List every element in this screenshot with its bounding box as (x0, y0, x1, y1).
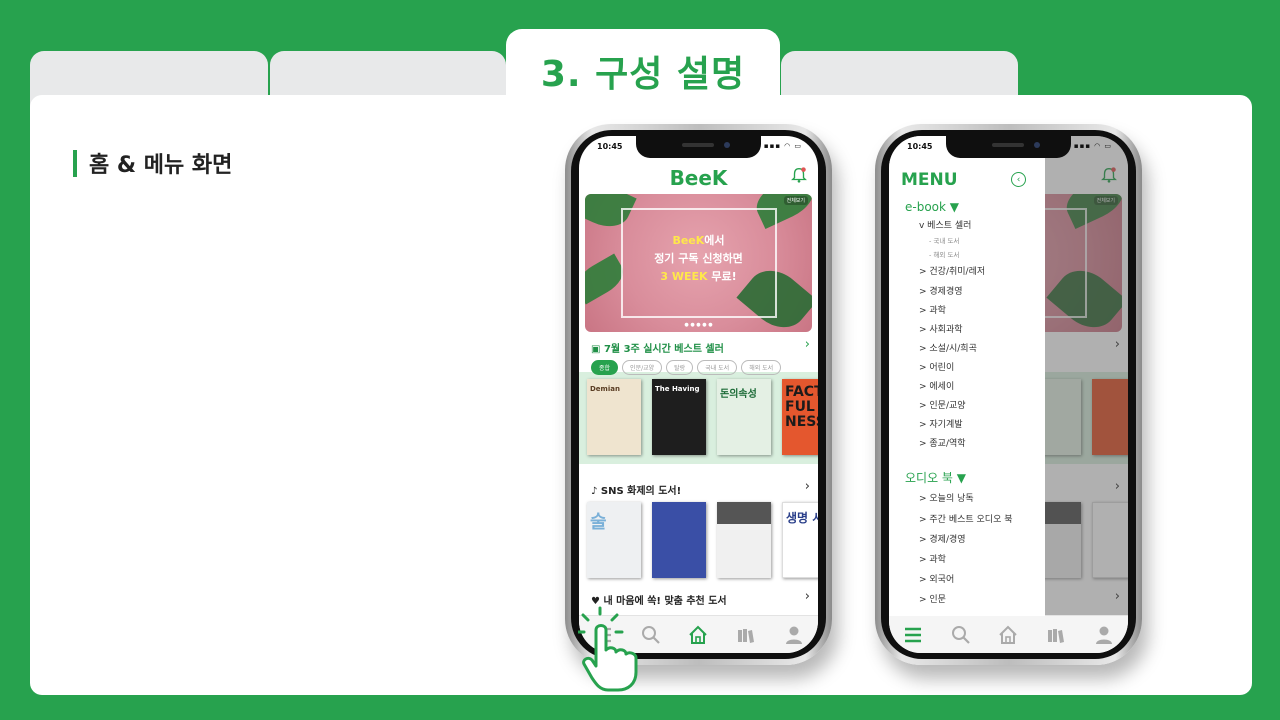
book-title: 생명 시간 (786, 511, 818, 525)
book-title: 돈의속성 (720, 389, 757, 400)
menu-sub-foreign[interactable]: - 해외 도서 (929, 249, 959, 259)
menu-item[interactable]: > 주간 베스트 오디오 북 (919, 512, 1013, 525)
phone-menu: 10:45 ▪▪▪ ◠ ▭ 전체보기 › › › MENU ‹ e-book ▼… (875, 124, 1142, 665)
clock: 10:45 (597, 142, 623, 151)
menu-item[interactable]: > 과학 (919, 303, 946, 316)
banner-brand: BeeK (672, 234, 705, 247)
bestseller-title-text: 7월 3주 실시간 베스트 셀러 (603, 344, 724, 355)
book-cover[interactable]: 생명 시간 (782, 502, 818, 578)
menu-item[interactable]: > 인문 (919, 592, 946, 605)
sns-title-text: SNS 화제의 도서! (600, 486, 682, 497)
library-icon[interactable] (1045, 624, 1067, 646)
menu-category-ebook[interactable]: e-book ▼ (905, 200, 959, 214)
home-icon[interactable] (997, 624, 1019, 646)
status-indicators-icon: ▪▪▪ ◠ ▭ (1073, 142, 1112, 150)
home-icon[interactable] (687, 624, 709, 646)
tap-hand-icon (578, 606, 638, 692)
user-icon[interactable] (1093, 624, 1115, 646)
bestseller-chevron-icon[interactable]: › (805, 337, 810, 352)
menu-item[interactable]: > 인문/교양 (919, 398, 966, 411)
banner-text: BeeK에서 정기 구독 신청하면 3 WEEK 무료! (585, 232, 812, 286)
menu-item[interactable]: > 소설/시/희곡 (919, 341, 977, 354)
menu-item[interactable]: > 사회과학 (919, 322, 963, 335)
menu-icon[interactable] (902, 624, 924, 646)
bestseller-title: ▣ 7월 3주 실시간 베스트 셀러 (591, 344, 724, 355)
section-heading: 홈 & 메뉴 화면 (73, 147, 232, 179)
heading-accent-bar (73, 149, 77, 177)
app-logo[interactable]: BeeK (579, 166, 818, 190)
menu-sub-domestic[interactable]: - 국내 도서 (929, 235, 959, 245)
menu-item-bestseller[interactable]: v 베스트 셀러 (919, 218, 971, 231)
book-cover[interactable]: 돈의속성 (717, 379, 771, 455)
bell-icon[interactable] (790, 166, 808, 184)
search-icon[interactable] (950, 624, 972, 646)
book-cover[interactable] (717, 502, 771, 578)
library-icon[interactable] (735, 624, 757, 646)
clock: 10:45 (907, 142, 933, 151)
banner-line2: 정기 구독 신청하면 (654, 252, 743, 265)
recommend-title: ♥ 내 마음에 쏙! 맞춤 추천 도서 (591, 596, 727, 607)
menu-item[interactable]: > 외국어 (919, 572, 954, 585)
banner-pager[interactable]: ● ● ● ● ● (585, 322, 812, 328)
status-bar: 10:45 ▪▪▪ ◠ ▭ (597, 142, 802, 151)
menu-category-audiobook[interactable]: 오디오 북 ▼ (905, 469, 966, 486)
menu-item[interactable]: > 에세이 (919, 379, 954, 392)
menu-title: MENU (901, 170, 958, 190)
section-heading-text: 홈 & 메뉴 화면 (89, 153, 233, 178)
category-chips: 종합 인문/교양 탈랑 국내 도서 해외 도서 (591, 360, 782, 375)
side-menu: MENU ‹ e-book ▼ v 베스트 셀러 - 국내 도서 - 해외 도서… (889, 136, 1045, 616)
sns-list: 술 생명 시간 (587, 502, 818, 578)
book-title: Demian (590, 385, 620, 393)
book-title: 술 (590, 512, 607, 533)
user-icon[interactable] (783, 624, 805, 646)
bestseller-list: Demian The Having 돈의속성 FACT FUL NESS (587, 379, 818, 455)
menu-item[interactable]: > 경제경영 (919, 284, 963, 297)
banner-line1: 에서 (704, 234, 725, 247)
banner-more-button[interactable]: 전체보기 (783, 196, 808, 205)
book-cover[interactable]: FACT FUL NESS (782, 379, 818, 455)
book-title: FACT FUL NESS (785, 384, 818, 430)
chip-all[interactable]: 종합 (591, 360, 619, 375)
recommend-chevron-icon[interactable]: › (805, 589, 810, 604)
chip-foreign[interactable]: 해외 도서 (741, 360, 782, 375)
menu-screen: 10:45 ▪▪▪ ◠ ▭ 전체보기 › › › MENU ‹ e-book ▼… (889, 136, 1128, 653)
home-screen: 10:45 ▪▪▪ ◠ ▭ BeeK 전체보기 BeeK에서 정기 구독 신청하… (579, 136, 818, 653)
status-indicators-icon: ▪▪▪ ◠ ▭ (763, 142, 802, 150)
bottom-nav (889, 615, 1128, 653)
book-cover[interactable]: Demian (587, 379, 641, 455)
menu-item[interactable]: > 종교/역학 (919, 436, 966, 449)
phone-home: 10:45 ▪▪▪ ◠ ▭ BeeK 전체보기 BeeK에서 정기 구독 신청하… (565, 124, 832, 665)
book-cover[interactable]: 술 (587, 502, 641, 578)
chip-domestic[interactable]: 국내 도서 (697, 360, 738, 375)
menu-item[interactable]: > 과학 (919, 552, 946, 565)
menu-item[interactable]: > 경제/경영 (919, 532, 966, 545)
chip-humanities[interactable]: 인문/교양 (622, 360, 663, 375)
banner-week: 3 WEEK (660, 270, 708, 283)
menu-item[interactable]: > 건강/취미/레저 (919, 264, 985, 277)
sns-title: ♪ SNS 화제의 도서! (591, 486, 682, 497)
menu-item[interactable]: > 어린이 (919, 360, 954, 373)
promo-banner[interactable]: 전체보기 BeeK에서 정기 구독 신청하면 3 WEEK 무료! ● ● ● … (585, 194, 812, 332)
book-cover[interactable]: The Having (652, 379, 706, 455)
back-icon[interactable]: ‹ (1011, 172, 1026, 187)
chip-3[interactable]: 탈랑 (666, 360, 694, 375)
sns-chevron-icon[interactable]: › (805, 479, 810, 494)
menu-item[interactable]: > 오늘의 낭독 (919, 491, 974, 504)
book-title: The Having (655, 385, 700, 393)
book-cover[interactable] (652, 502, 706, 578)
menu-item[interactable]: > 자기계발 (919, 417, 963, 430)
status-bar: 10:45 ▪▪▪ ◠ ▭ (907, 142, 1112, 151)
banner-line3: 무료! (707, 270, 737, 283)
